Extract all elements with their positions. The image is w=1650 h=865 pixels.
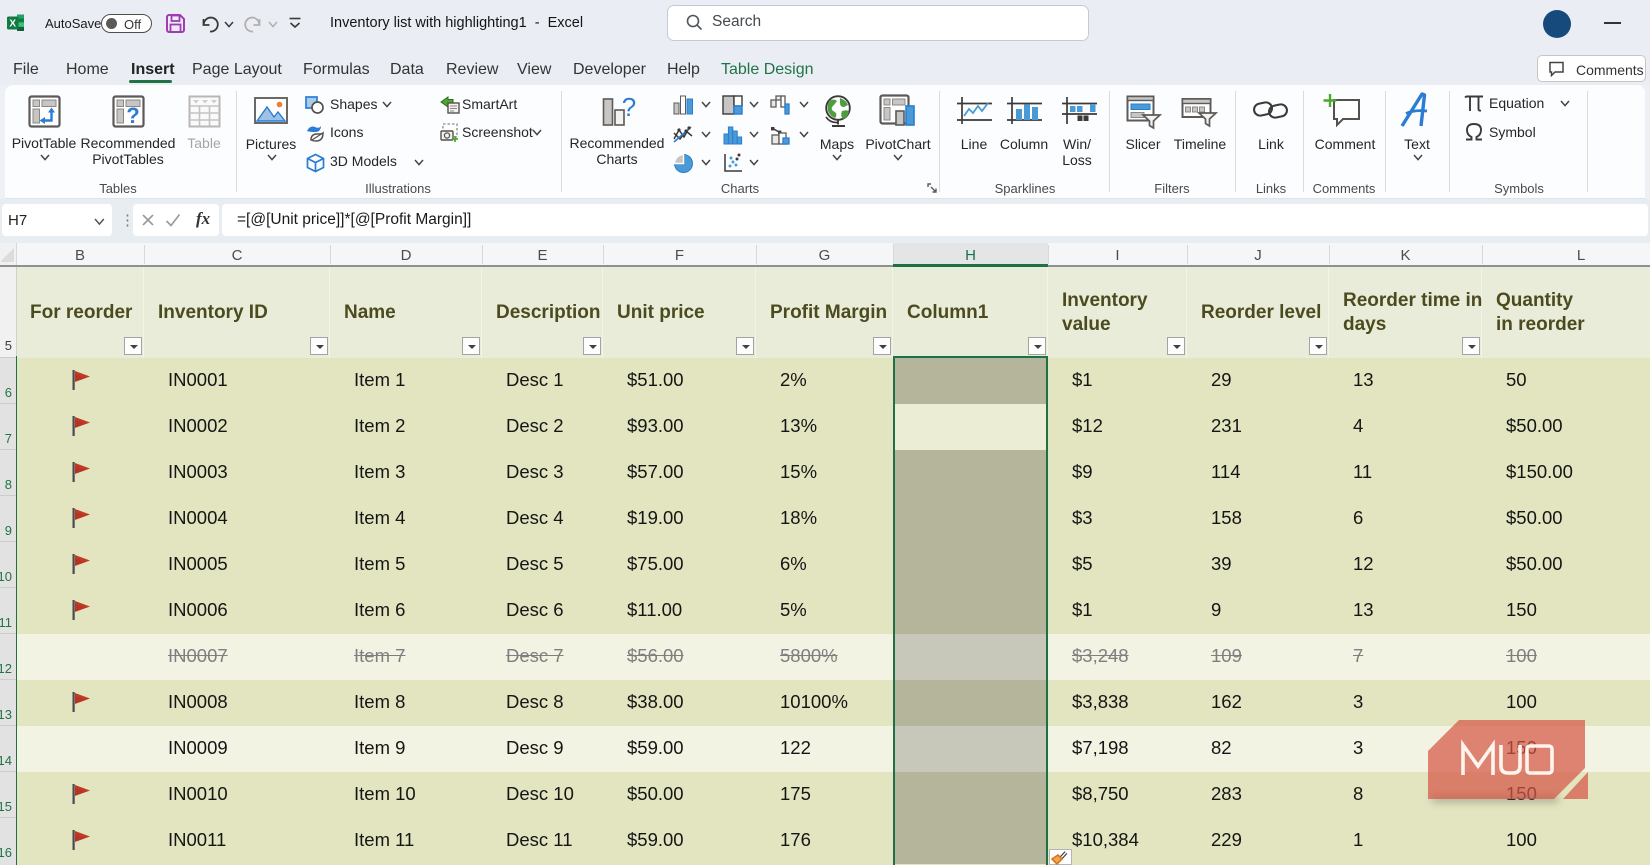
svg-text:X: X	[9, 19, 16, 30]
svg-text:?: ?	[622, 94, 636, 122]
svg-text:?: ?	[126, 103, 139, 128]
